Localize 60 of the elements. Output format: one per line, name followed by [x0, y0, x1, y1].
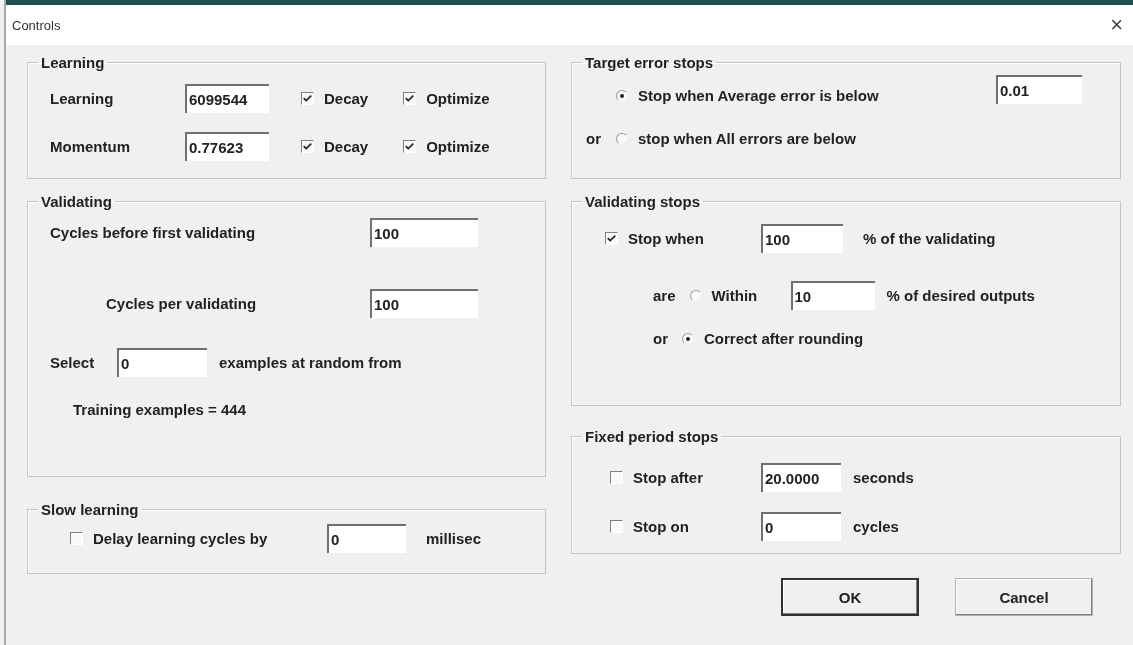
- connector-text: or: [586, 130, 601, 147]
- unit-label: % of the validating: [863, 230, 996, 247]
- input-field[interactable]: 0: [761, 512, 841, 541]
- group-title: Learning: [40, 54, 106, 71]
- checkbox-label: Delay learning cycles by: [93, 530, 269, 547]
- checkbox[interactable]: [70, 532, 83, 545]
- group-title: Validating stops: [584, 193, 702, 210]
- connector-text: are: [653, 287, 676, 304]
- field-label: examples at random from: [219, 354, 402, 371]
- radio-button[interactable]: [682, 332, 694, 345]
- radio-button[interactable]: [689, 289, 702, 302]
- checkbox-label: Decay: [324, 137, 369, 155]
- group-title: Target error stops: [584, 54, 715, 71]
- checkbox-label: Decay: [324, 89, 369, 107]
- close-button[interactable]: ×: [1110, 12, 1123, 38]
- input-field[interactable]: 10: [790, 281, 875, 310]
- unit-label: millisec: [426, 530, 482, 547]
- connector-text: or: [653, 330, 668, 347]
- input-field[interactable]: 0.01: [996, 75, 1082, 104]
- field-label: Cycles before first validating: [50, 224, 257, 241]
- checkbox-label: Stop after: [633, 469, 704, 486]
- radio-label: Stop when Average error is below: [638, 87, 879, 104]
- checkbox[interactable]: [301, 91, 314, 105]
- input-field[interactable]: 100: [761, 224, 843, 253]
- radio-label: Correct after rounding: [704, 330, 864, 347]
- field-label: Cycles per validating: [105, 295, 258, 312]
- radio-button[interactable]: [616, 132, 628, 145]
- checkbox[interactable]: [301, 139, 314, 153]
- dialog-button[interactable]: Cancel: [955, 578, 1093, 616]
- checkbox-label: Stop when: [628, 230, 705, 247]
- group-title: Slow learning: [40, 501, 140, 518]
- checkbox-label: Optimize: [426, 89, 490, 107]
- input-field[interactable]: 20.0000: [761, 463, 841, 492]
- radio-label: Within: [711, 287, 759, 304]
- checkbox[interactable]: [403, 139, 417, 153]
- checkbox-label: Optimize: [426, 137, 490, 155]
- checkbox-label: Stop on: [633, 518, 690, 535]
- input-field[interactable]: 0: [117, 348, 207, 377]
- input-field[interactable]: 0: [327, 524, 406, 553]
- input-field[interactable]: 100: [370, 289, 478, 318]
- window-title: Controls: [12, 17, 61, 33]
- unit-label: % of desired outputs: [886, 287, 1035, 304]
- group-title: Validating: [40, 193, 113, 210]
- group-title: Fixed period stops: [584, 428, 720, 445]
- radio-label: stop when All errors are below: [638, 130, 856, 147]
- input-field[interactable]: 6099544: [185, 83, 269, 113]
- unit-label: cycles: [853, 518, 899, 535]
- unit-label: seconds: [853, 469, 914, 486]
- field-label: Momentum: [50, 137, 131, 155]
- info-text: Training examples = 444: [72, 401, 246, 418]
- input-field[interactable]: 100: [370, 218, 478, 247]
- checkbox[interactable]: [403, 91, 417, 105]
- field-label: Learning: [50, 89, 115, 107]
- checkbox[interactable]: [605, 232, 618, 245]
- dialog-button[interactable]: OK: [781, 578, 919, 616]
- field-label: Select: [50, 354, 96, 371]
- checkbox[interactable]: [610, 520, 623, 533]
- radio-button[interactable]: [616, 89, 628, 102]
- checkbox[interactable]: [610, 471, 623, 484]
- input-field[interactable]: 0.77623: [185, 131, 269, 161]
